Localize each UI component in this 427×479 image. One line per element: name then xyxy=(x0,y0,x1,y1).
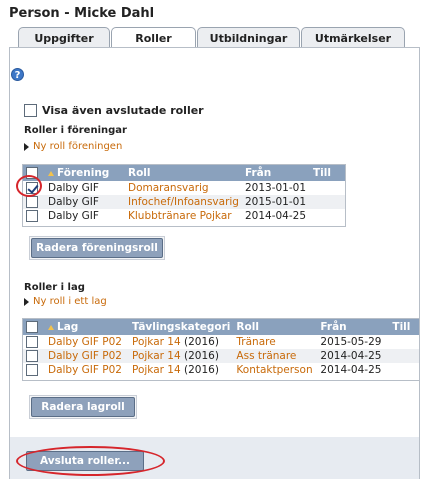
cell-fran: 2015-01-01 xyxy=(241,195,310,209)
cell-fran: 2014-04-25 xyxy=(241,209,310,223)
category-link[interactable]: Pojkar 14 xyxy=(132,364,181,376)
cell-forening: Dalby GIF xyxy=(45,181,125,195)
tab-roller[interactable]: Roller xyxy=(111,27,196,49)
table-row: Dalby GIF P02 Pojkar 14 (2016) Ass träna… xyxy=(23,349,419,363)
club-roles-title: Roller i föreningar xyxy=(24,125,127,136)
team-roles-title: Roller i lag xyxy=(24,282,85,293)
table-row: Dalby GIF Klubbtränare Pojkar 2014-04-25 xyxy=(23,209,345,223)
arrow-right-icon xyxy=(24,142,29,151)
cell-fran: 2014-04-25 xyxy=(317,349,390,363)
cell-forening: Dalby GIF xyxy=(45,195,125,209)
role-link[interactable]: Ass tränare xyxy=(233,349,318,363)
show-ended-label: Visa även avslutade roller xyxy=(42,104,204,117)
highlight-ring xyxy=(16,175,42,197)
table-row: Dalby GIF P02 Pojkar 14 (2016) Tränare 2… xyxy=(23,335,419,349)
tab-utbildningar[interactable]: Utbildningar xyxy=(197,27,300,48)
cell-kategori: Pojkar 14 (2016) xyxy=(129,335,234,349)
cell-till xyxy=(309,209,345,223)
cell-till xyxy=(389,349,419,363)
col-till[interactable]: Till xyxy=(389,319,419,335)
col-roll[interactable]: Roll xyxy=(233,319,318,335)
category-link[interactable]: Pojkar 14 xyxy=(132,350,181,362)
col-fran[interactable]: Från xyxy=(317,319,390,335)
show-ended-roles[interactable]: Visa även avslutade roller xyxy=(24,104,204,117)
arrow-right-icon xyxy=(24,297,29,306)
col-fran[interactable]: Från xyxy=(241,165,310,181)
role-link[interactable]: Tränare xyxy=(233,335,318,349)
col-lag[interactable]: Lag xyxy=(45,319,129,335)
cell-fran: 2013-01-01 xyxy=(241,181,310,195)
col-till[interactable]: Till xyxy=(309,165,345,181)
select-all-checkbox[interactable] xyxy=(26,321,38,333)
add-club-role-link[interactable]: Ny roll föreningen xyxy=(24,141,122,152)
table-row: Dalby GIF Infochef/Infoansvarig 2015-01-… xyxy=(23,195,345,209)
table-row: Dalby GIF P02 Pojkar 14 (2016) Kontaktpe… xyxy=(23,363,419,377)
cell-kategori: Pojkar 14 (2016) xyxy=(129,349,234,363)
cell-fran: 2015-05-29 xyxy=(317,335,390,349)
col-roll[interactable]: Roll xyxy=(125,165,242,181)
delete-club-role-button[interactable]: Radera föreningsroll xyxy=(31,238,163,258)
cell-kategori: Pojkar 14 (2016) xyxy=(129,363,234,377)
table-row: Dalby GIF Domaransvarig 2013-01-01 xyxy=(23,181,345,195)
category-link[interactable]: Pojkar 14 xyxy=(132,336,181,348)
highlight-ring xyxy=(16,446,165,476)
show-ended-checkbox[interactable] xyxy=(24,104,37,117)
sort-icon xyxy=(48,324,54,330)
team-roles-table: Lag Tävlingskategori Roll Från Till Dalb… xyxy=(23,319,419,377)
role-link[interactable]: Domaransvarig xyxy=(125,181,242,195)
cell-till xyxy=(389,335,419,349)
row-checkbox[interactable] xyxy=(26,336,38,348)
team-link[interactable]: Dalby GIF P02 xyxy=(45,363,129,377)
cell-fran: 2014-04-25 xyxy=(317,363,390,377)
role-link[interactable]: Infochef/Infoansvarig xyxy=(125,195,242,209)
help-icon[interactable]: ? xyxy=(11,68,24,81)
role-link[interactable]: Kontaktperson xyxy=(233,363,318,377)
cell-till xyxy=(389,363,419,377)
tab-utmarkelser[interactable]: Utmärkelser xyxy=(301,27,405,48)
cell-forening: Dalby GIF xyxy=(45,209,125,223)
team-link[interactable]: Dalby GIF P02 xyxy=(45,349,129,363)
row-checkbox[interactable] xyxy=(26,196,38,208)
select-all-header xyxy=(23,319,45,335)
club-roles-table: Förening Roll Från Till Dalby GIF Domara… xyxy=(23,165,345,223)
add-team-role-label: Ny roll i ett lag xyxy=(33,296,107,307)
cell-till xyxy=(309,195,345,209)
cell-till xyxy=(309,181,345,195)
page-title: Person - Micke Dahl xyxy=(9,6,155,21)
row-checkbox[interactable] xyxy=(26,364,38,376)
tab-bar: Uppgifter Roller Utbildningar Utmärkelse… xyxy=(18,27,406,49)
row-checkbox[interactable] xyxy=(26,210,38,222)
role-link[interactable]: Klubbtränare Pojkar xyxy=(125,209,242,223)
tab-uppgifter[interactable]: Uppgifter xyxy=(18,27,110,48)
col-forening[interactable]: Förening xyxy=(45,165,125,181)
add-team-role-link[interactable]: Ny roll i ett lag xyxy=(24,296,107,307)
row-checkbox[interactable] xyxy=(26,350,38,362)
add-club-role-label: Ny roll föreningen xyxy=(33,141,123,152)
sort-icon xyxy=(48,170,54,176)
col-tavlingskategori[interactable]: Tävlingskategori xyxy=(129,319,234,335)
delete-team-role-button[interactable]: Radera lagroll xyxy=(31,397,135,417)
team-link[interactable]: Dalby GIF P02 xyxy=(45,335,129,349)
